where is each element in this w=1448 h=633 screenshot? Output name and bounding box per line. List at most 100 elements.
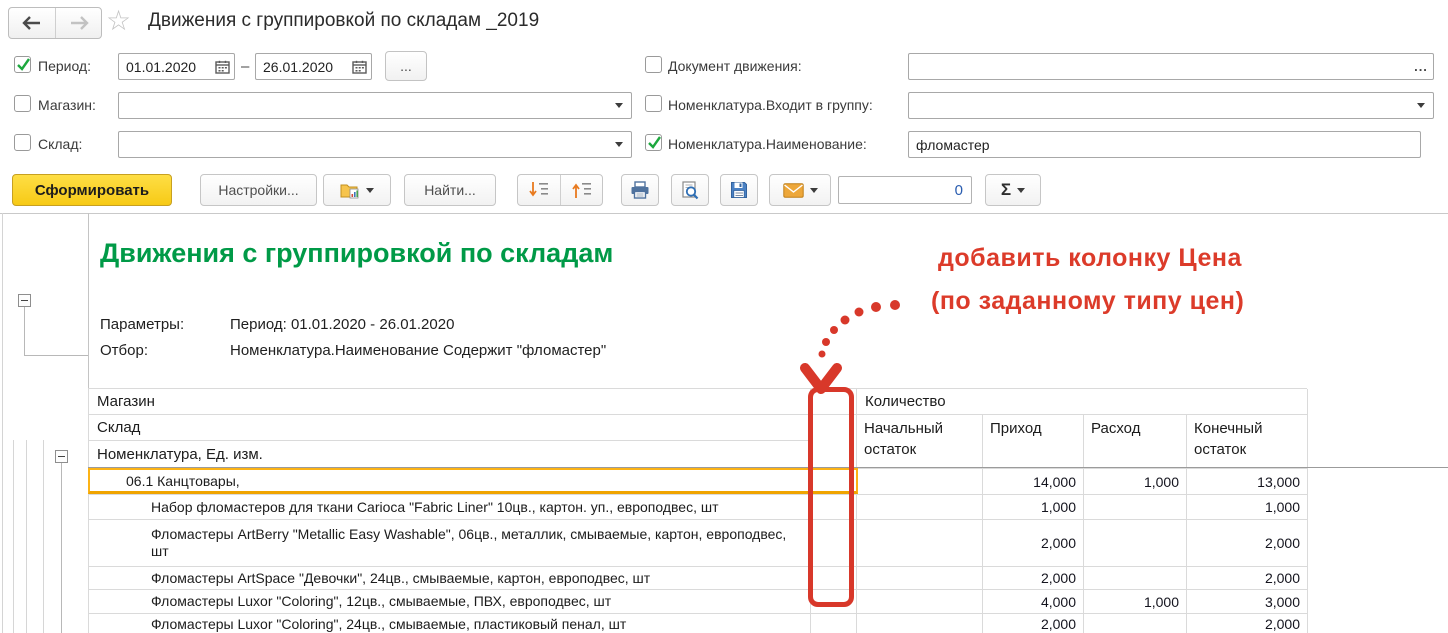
annotation-text-line1: добавить колонку Цена bbox=[938, 244, 1242, 273]
table-cell-closing[interactable]: 3,000 bbox=[1187, 590, 1308, 614]
table-cell-inflow[interactable]: 1,000 bbox=[983, 495, 1084, 520]
row-header-nomenclature[interactable]: Номенклатура, Ед. изм. bbox=[89, 441, 811, 469]
table-cell-outflow[interactable] bbox=[1084, 567, 1187, 590]
grouping-line bbox=[24, 355, 88, 356]
table-cell-outflow[interactable]: 1,000 bbox=[1084, 469, 1187, 495]
table-cell-outflow[interactable] bbox=[1084, 614, 1187, 633]
report-window: ☆ Движения с группировкой по складам _20… bbox=[0, 0, 1448, 633]
table-row-name[interactable]: Фломастеры ArtSpace "Девочки", 24цв., см… bbox=[89, 567, 811, 590]
period-from-value: 01.01.2020 bbox=[119, 59, 210, 75]
group-combo[interactable] bbox=[908, 92, 1434, 119]
group-label: Номенклатура.Входит в группу: bbox=[668, 92, 873, 119]
printer-icon bbox=[630, 181, 650, 199]
store-checkbox[interactable] bbox=[14, 95, 31, 112]
period-from-field[interactable]: 01.01.2020 bbox=[118, 53, 235, 80]
forward-button[interactable] bbox=[55, 8, 101, 38]
collapse-group-expander[interactable] bbox=[55, 450, 68, 463]
table-cell-opening[interactable] bbox=[857, 614, 983, 633]
row-header-warehouse[interactable]: Склад bbox=[89, 415, 811, 441]
table-cell-outflow[interactable] bbox=[1084, 495, 1187, 520]
period-label: Период: bbox=[38, 53, 91, 80]
table-cell-inflow[interactable]: 2,000 bbox=[983, 567, 1084, 590]
floppy-disk-icon bbox=[730, 181, 748, 199]
table-row-name[interactable]: Фломастеры Luxor "Coloring", 12цв., смыв… bbox=[89, 590, 811, 614]
highlight-column-cell bbox=[811, 520, 857, 567]
print-preview-button[interactable] bbox=[671, 174, 709, 206]
column-header-closing-balance[interactable]: Конечный остаток bbox=[1187, 415, 1308, 469]
table-cell-opening[interactable] bbox=[857, 520, 983, 567]
highlight-column-cell bbox=[811, 590, 857, 614]
grouping-line bbox=[24, 307, 25, 355]
document-field[interactable]: ... bbox=[908, 53, 1434, 80]
table-cell-opening[interactable] bbox=[857, 567, 983, 590]
expand-groups-icon bbox=[529, 181, 549, 199]
group-checkbox[interactable] bbox=[645, 95, 662, 112]
column-header-outflow[interactable]: Расход bbox=[1084, 415, 1187, 469]
chevron-down-icon[interactable] bbox=[607, 132, 631, 157]
table-cell-inflow[interactable]: 14,000 bbox=[983, 469, 1084, 495]
table-cell-inflow[interactable]: 2,000 bbox=[983, 614, 1084, 633]
warehouse-checkbox[interactable] bbox=[14, 134, 31, 151]
period-to-field[interactable]: 26.01.2020 bbox=[255, 53, 372, 80]
store-combo[interactable] bbox=[118, 92, 632, 119]
column-header-inflow[interactable]: Приход bbox=[983, 415, 1084, 469]
row-header-store[interactable]: Магазин bbox=[89, 389, 811, 415]
table-cell-closing[interactable]: 2,000 bbox=[1187, 520, 1308, 567]
collapse-groups-icon bbox=[572, 181, 592, 199]
table-row-name[interactable]: Набор фломастеров для ткани Carioca "Fab… bbox=[89, 495, 811, 520]
expand-groups-button[interactable] bbox=[518, 175, 560, 205]
back-button[interactable] bbox=[9, 8, 55, 38]
chevron-down-icon[interactable] bbox=[1409, 93, 1433, 118]
table-cell-closing[interactable]: 1,000 bbox=[1187, 495, 1308, 520]
counter-field[interactable]: 0 bbox=[838, 176, 972, 204]
name-filter-field[interactable]: фломастер bbox=[908, 131, 1421, 158]
period-more-button[interactable]: ... bbox=[385, 51, 427, 81]
save-button[interactable] bbox=[720, 174, 758, 206]
report-table: Магазин Количество Склад Номенклатура, Е… bbox=[88, 388, 1307, 633]
preview-icon bbox=[681, 181, 699, 200]
grouping-level-line bbox=[13, 440, 14, 633]
generate-button[interactable]: Сформировать bbox=[12, 174, 172, 206]
table-cell-closing[interactable]: 13,000 bbox=[1187, 469, 1308, 495]
chevron-down-icon bbox=[1017, 188, 1025, 193]
table-row-name[interactable]: Фломастеры Luxor "Coloring", 24цв., смыв… bbox=[89, 614, 811, 633]
grouping-pane-edge bbox=[2, 213, 3, 633]
settings-button[interactable]: Настройки... bbox=[200, 174, 317, 206]
table-cell-closing[interactable]: 2,000 bbox=[1187, 567, 1308, 590]
ellipsis-icon[interactable]: ... bbox=[1409, 54, 1433, 79]
calendar-icon[interactable] bbox=[210, 54, 234, 79]
find-button[interactable]: Найти... bbox=[404, 174, 496, 206]
sum-button[interactable]: Σ bbox=[985, 174, 1041, 206]
column-group-quantity[interactable]: Количество bbox=[857, 389, 1308, 415]
table-cell-outflow[interactable] bbox=[1084, 520, 1187, 567]
table-cell-opening[interactable] bbox=[857, 495, 983, 520]
report-top-divider bbox=[0, 213, 1448, 214]
period-checkbox[interactable] bbox=[14, 56, 31, 73]
send-mail-button[interactable] bbox=[769, 174, 831, 206]
name-filter-checkbox[interactable] bbox=[645, 134, 662, 151]
table-cell-opening[interactable] bbox=[857, 590, 983, 614]
table-cell-inflow[interactable]: 4,000 bbox=[983, 590, 1084, 614]
table-cell-opening[interactable] bbox=[857, 469, 983, 495]
table-cell-closing[interactable]: 2,000 bbox=[1187, 614, 1308, 633]
favorite-star-icon[interactable]: ☆ bbox=[106, 4, 131, 38]
name-filter-label: Номенклатура.Наименование: bbox=[668, 131, 867, 158]
table-cell-outflow[interactable]: 1,000 bbox=[1084, 590, 1187, 614]
document-checkbox[interactable] bbox=[645, 56, 662, 73]
sigma-icon: Σ bbox=[1001, 180, 1011, 200]
collapse-groups-button[interactable] bbox=[560, 175, 602, 205]
chevron-down-icon[interactable] bbox=[607, 93, 631, 118]
filter-row-label: Отбор: bbox=[100, 342, 148, 359]
back-arrow-icon bbox=[21, 16, 43, 30]
table-row-name[interactable]: Фломастеры ArtBerry "Metallic Easy Washa… bbox=[89, 520, 811, 567]
params-label: Параметры: bbox=[100, 316, 184, 333]
filter-row-value: Номенклатура.Наименование Содержит "флом… bbox=[230, 342, 606, 359]
print-button[interactable] bbox=[621, 174, 659, 206]
table-cell-inflow[interactable]: 2,000 bbox=[983, 520, 1084, 567]
table-row-name[interactable]: 06.1 Канцтовары, bbox=[89, 469, 811, 495]
collapse-report-expander[interactable] bbox=[18, 294, 31, 307]
calendar-icon[interactable] bbox=[347, 54, 371, 79]
warehouse-combo[interactable] bbox=[118, 131, 632, 158]
report-variants-button[interactable] bbox=[323, 174, 391, 206]
column-header-opening-balance[interactable]: Начальный остаток bbox=[857, 415, 983, 469]
